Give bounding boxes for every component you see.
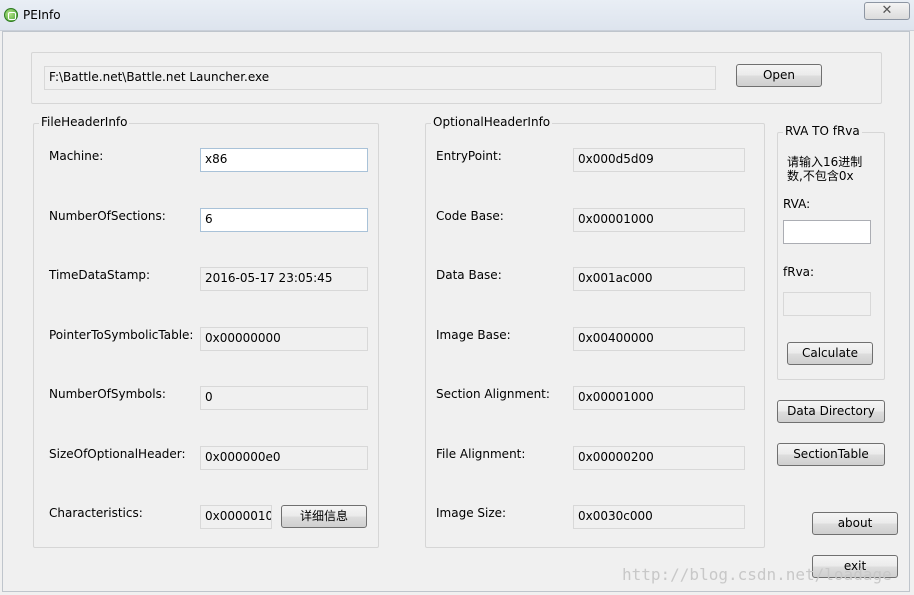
code-base-label: Code Base: [436, 209, 504, 223]
data-base-label: Data Base: [436, 268, 502, 282]
file-path-field[interactable]: F:\Battle.net\Battle.net Launcher.exe [44, 66, 716, 90]
rva-label: RVA: [783, 197, 811, 211]
watermark: http://blog.csdn.net/loadage [622, 565, 892, 584]
rva-input[interactable] [783, 220, 871, 244]
characteristics-label: Characteristics: [49, 506, 143, 520]
section-alignment-label: Section Alignment: [436, 387, 550, 401]
code-base-field[interactable]: 0x00001000 [573, 208, 745, 232]
machine-field[interactable]: x86 [200, 148, 368, 172]
close-button[interactable]: ✕ [864, 2, 910, 20]
number-of-symbols-label: NumberOfSymbols: [49, 387, 166, 401]
data-directory-button[interactable]: Data Directory [777, 400, 885, 423]
details-button[interactable]: 详细信息 [281, 505, 367, 528]
number-of-symbols-field[interactable]: 0 [200, 386, 368, 410]
time-data-stamp-label: TimeDataStamp: [49, 268, 151, 282]
open-button[interactable]: Open [736, 64, 822, 87]
machine-label: Machine: [49, 149, 104, 163]
frva-label: fRva: [783, 265, 815, 279]
rva-group-title: RVA TO fRva [783, 124, 862, 138]
entry-point-field[interactable]: 0x000d5d09 [573, 148, 745, 172]
image-size-label: Image Size: [436, 506, 507, 520]
image-size-field[interactable]: 0x0030c000 [573, 505, 745, 529]
section-table-button[interactable]: SectionTable [777, 443, 885, 466]
image-base-label: Image Base: [436, 328, 511, 342]
characteristics-field[interactable]: 0x0000010: [200, 505, 272, 529]
frva-field[interactable] [783, 292, 871, 316]
about-button[interactable]: about [812, 512, 898, 535]
image-base-field[interactable]: 0x00400000 [573, 327, 745, 351]
section-alignment-field[interactable]: 0x00001000 [573, 386, 745, 410]
entry-point-label: EntryPoint: [436, 149, 502, 163]
app-icon [4, 8, 18, 22]
pointer-to-symbolic-table-field[interactable]: 0x00000000 [200, 327, 368, 351]
window-title: PEInfo [23, 8, 61, 22]
data-base-field[interactable]: 0x001ac000 [573, 267, 745, 291]
calculate-button[interactable]: Calculate [787, 342, 873, 365]
time-data-stamp-field[interactable]: 2016-05-17 23:05:45 [200, 267, 368, 291]
title-bar [0, 0, 914, 31]
size-of-optional-header-label: SizeOfOptionalHeader: [49, 447, 186, 461]
number-of-sections-field[interactable]: 6 [200, 208, 368, 232]
file-alignment-field[interactable]: 0x00000200 [573, 446, 745, 470]
optional-header-title: OptionalHeaderInfo [431, 115, 553, 129]
file-alignment-label: File Alignment: [436, 447, 526, 461]
size-of-optional-header-field[interactable]: 0x000000e0 [200, 446, 368, 470]
rva-hint-line2: 数,不包含0x [787, 169, 854, 183]
number-of-sections-label: NumberOfSections: [49, 209, 166, 223]
file-header-title: FileHeaderInfo [39, 115, 130, 129]
pointer-to-symbolic-table-label: PointerToSymbolicTable: [49, 328, 194, 342]
